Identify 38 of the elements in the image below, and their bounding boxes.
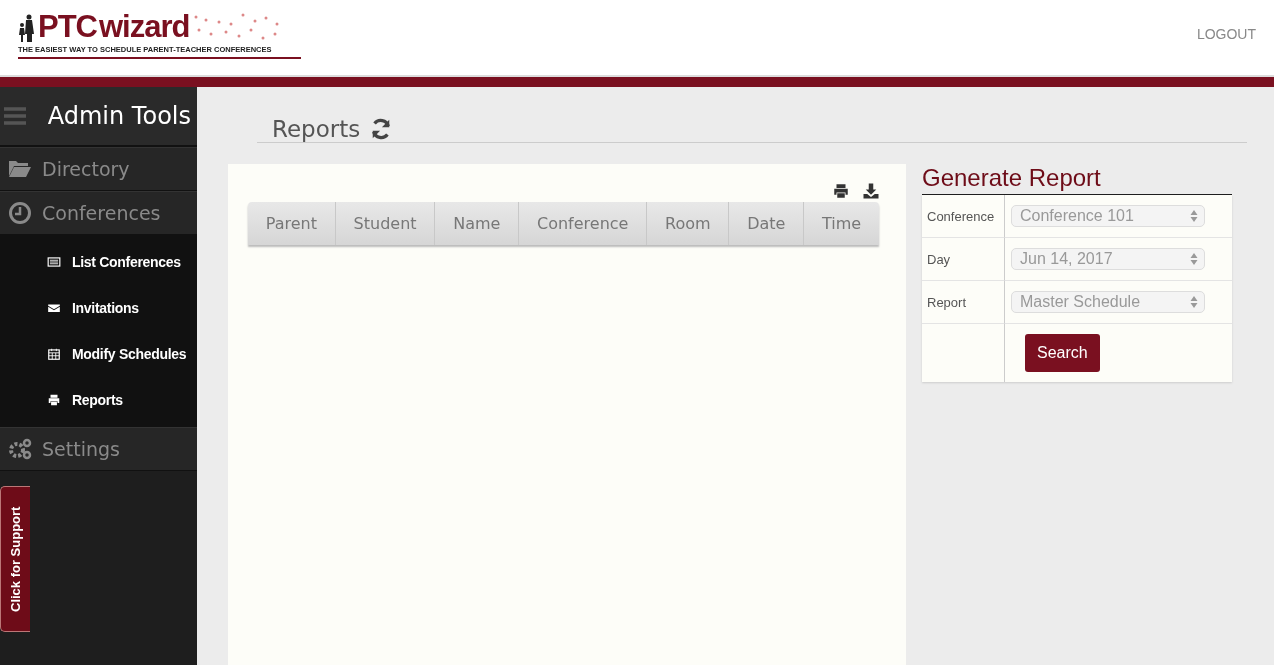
sidebar-title: Admin Tools	[47, 102, 191, 130]
column-header: Time	[821, 213, 863, 235]
select-field[interactable]: Jun 14, 2017	[1011, 248, 1205, 270]
logout-link[interactable]: LOGOUT	[1196, 26, 1256, 42]
column-header: Parent	[248, 202, 336, 245]
search-button[interactable]: Search	[1025, 334, 1100, 372]
column-header: Date	[729, 202, 805, 245]
sidebar-section[interactable]: Settings	[0, 427, 197, 471]
column-header: Conference	[519, 202, 648, 245]
select-field[interactable]: Master Schedule	[1011, 291, 1205, 313]
download-icon[interactable]	[862, 182, 880, 200]
field-label: Conference	[922, 195, 1005, 238]
updown-arrows-icon	[1190, 252, 1198, 266]
column-header: Student	[335, 202, 436, 245]
updown-arrows-icon	[1190, 209, 1198, 223]
support-tab[interactable]: Click for Support	[0, 486, 30, 632]
field-label: Day	[922, 238, 1005, 281]
list-icon	[46, 255, 62, 269]
field-label: Report	[922, 281, 1005, 324]
sidebar-section[interactable]: Directory	[0, 147, 197, 191]
column-header: Room	[647, 202, 730, 245]
sidebar-item[interactable]: Invitations	[0, 285, 197, 331]
logo-text: wizard	[99, 12, 190, 42]
calendar-icon	[46, 347, 62, 361]
print-icon[interactable]	[832, 182, 850, 200]
select-field[interactable]: Conference 101	[1011, 205, 1205, 227]
updown-arrows-icon	[1190, 295, 1198, 309]
clock-icon	[6, 201, 34, 225]
refresh-icon[interactable]	[370, 117, 393, 140]
logo-text: PTC	[38, 12, 97, 42]
sidebar-item[interactable]: Reports	[0, 377, 197, 423]
sidebar-item[interactable]: Modify Schedules	[0, 331, 197, 377]
printer-icon	[46, 393, 62, 407]
sidebar-section[interactable]: Conferences	[0, 191, 197, 235]
sidebar-item[interactable]: List Conferences	[0, 239, 197, 285]
column-header: Name	[435, 202, 520, 245]
page-title: Reports	[272, 115, 361, 142]
family-icon	[18, 14, 36, 42]
